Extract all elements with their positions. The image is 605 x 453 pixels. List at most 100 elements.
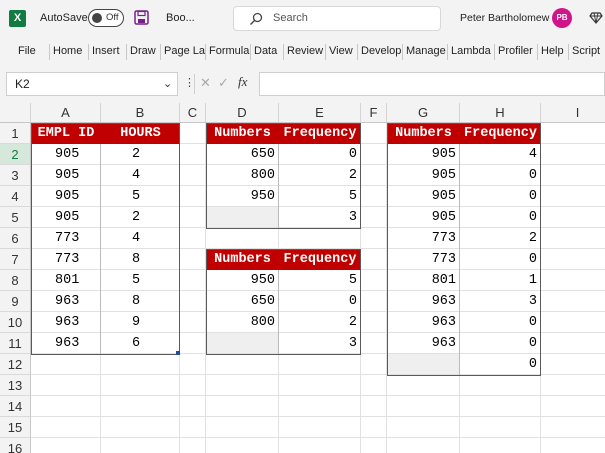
table-cell[interactable]: 950 xyxy=(206,186,279,207)
table-header-cell[interactable]: Frequency xyxy=(279,123,361,144)
table-cell[interactable] xyxy=(206,333,279,354)
column-header-D[interactable]: D xyxy=(206,103,279,123)
table-cell[interactable]: 5 xyxy=(101,270,180,291)
table-header-cell[interactable]: Frequency xyxy=(460,123,541,144)
table-cell[interactable]: 2 xyxy=(279,165,361,186)
tab-manage[interactable]: Manage xyxy=(406,45,446,57)
document-name[interactable]: Boo... xyxy=(166,12,195,24)
tab-draw[interactable]: Draw xyxy=(130,45,156,57)
table-cell[interactable]: 4 xyxy=(460,144,541,165)
table-cell[interactable]: 0 xyxy=(460,249,541,270)
table-cell[interactable]: 0 xyxy=(279,144,361,165)
table-cell[interactable]: 0 xyxy=(460,333,541,354)
table-cell[interactable]: 801 xyxy=(387,270,460,291)
diamond-icon[interactable] xyxy=(589,11,603,25)
table-cell[interactable]: 905 xyxy=(387,144,460,165)
table-cell[interactable]: 800 xyxy=(206,165,279,186)
table-resize-handle[interactable] xyxy=(176,351,180,355)
table-cell[interactable]: 4 xyxy=(101,228,180,249)
table-cell[interactable]: 773 xyxy=(31,228,101,249)
user-name[interactable]: Peter Bartholomew xyxy=(460,12,549,24)
row-header-3[interactable]: 3 xyxy=(0,165,31,186)
table-cell[interactable]: 8 xyxy=(101,249,180,270)
row-header-12[interactable]: 12 xyxy=(0,354,31,375)
tab-data[interactable]: Data xyxy=(254,45,277,57)
table-cell[interactable]: 0 xyxy=(460,165,541,186)
row-header-9[interactable]: 9 xyxy=(0,291,31,312)
table-cell[interactable]: 950 xyxy=(206,270,279,291)
table-header-cell[interactable]: Frequency xyxy=(279,249,361,270)
tab-formula[interactable]: Formula xyxy=(209,45,249,57)
table-cell[interactable]: 5 xyxy=(279,270,361,291)
row-header-11[interactable]: 11 xyxy=(0,333,31,354)
table-cell[interactable] xyxy=(387,354,460,375)
row-header-16[interactable]: 16 xyxy=(0,438,31,453)
autosave-toggle[interactable]: Off xyxy=(88,9,124,27)
worksheet-grid[interactable]: A B C D E F G H I 1 2 3 4 5 6 7 8 9 10 11 12 13 14 15 16 EMPL ID H… xyxy=(0,103,605,453)
table-cell[interactable] xyxy=(206,207,279,228)
table-header-cell[interactable]: EMPL ID xyxy=(31,123,101,144)
table-cell[interactable]: 650 xyxy=(206,144,279,165)
row-header-8[interactable]: 8 xyxy=(0,270,31,291)
table-cell[interactable]: 773 xyxy=(387,228,460,249)
table-header-cell[interactable]: Numbers xyxy=(387,123,460,144)
save-icon[interactable] xyxy=(134,10,149,25)
cancel-icon[interactable]: ✕ xyxy=(200,75,211,91)
tab-lambda[interactable]: Lambda xyxy=(451,45,491,57)
insert-function-icon[interactable]: fx xyxy=(238,74,247,90)
table-cell[interactable]: 9 xyxy=(101,312,180,333)
table-cell[interactable]: 905 xyxy=(31,165,101,186)
table-cell[interactable]: 773 xyxy=(387,249,460,270)
table-cell[interactable]: 905 xyxy=(31,186,101,207)
table-cell[interactable]: 773 xyxy=(31,249,101,270)
tab-script[interactable]: Script xyxy=(572,45,600,57)
column-header-I[interactable]: I xyxy=(541,103,605,123)
table-cell[interactable]: 650 xyxy=(206,291,279,312)
tab-insert[interactable]: Insert xyxy=(92,45,120,57)
column-header-F[interactable]: F xyxy=(361,103,387,123)
table-cell[interactable]: 905 xyxy=(387,165,460,186)
tab-review[interactable]: Review xyxy=(287,45,323,57)
table-cell[interactable]: 5 xyxy=(101,186,180,207)
table-cell[interactable]: 801 xyxy=(31,270,101,291)
table-cell[interactable]: 2 xyxy=(101,207,180,228)
table-cell[interactable]: 3 xyxy=(460,291,541,312)
tab-page-la[interactable]: Page La xyxy=(164,45,205,57)
tab-view[interactable]: View xyxy=(329,45,353,57)
column-header-B[interactable]: B xyxy=(101,103,180,123)
table-cell[interactable]: 0 xyxy=(460,312,541,333)
row-header-2[interactable]: 2 xyxy=(0,144,31,165)
table-cell[interactable]: 963 xyxy=(387,291,460,312)
table-header-cell[interactable]: Numbers xyxy=(206,123,279,144)
table-cell[interactable]: 1 xyxy=(460,270,541,291)
table-cell[interactable]: 4 xyxy=(101,165,180,186)
row-header-10[interactable]: 10 xyxy=(0,312,31,333)
table-cell[interactable]: 5 xyxy=(279,186,361,207)
table-cell[interactable]: 963 xyxy=(387,333,460,354)
row-header-7[interactable]: 7 xyxy=(0,249,31,270)
table-cell[interactable]: 963 xyxy=(31,333,101,354)
column-header-A[interactable]: A xyxy=(31,103,101,123)
table-cell[interactable]: 2 xyxy=(101,144,180,165)
name-box[interactable]: K2 ⌄ xyxy=(6,72,178,96)
tab-profiler[interactable]: Profiler xyxy=(498,45,533,57)
table-cell[interactable]: 905 xyxy=(31,207,101,228)
table-cell[interactable]: 3 xyxy=(279,207,361,228)
table-cell[interactable]: 963 xyxy=(31,291,101,312)
table-cell[interactable]: 2 xyxy=(279,312,361,333)
table-cell[interactable]: 800 xyxy=(206,312,279,333)
table-cell[interactable]: 2 xyxy=(460,228,541,249)
table-cell[interactable]: 963 xyxy=(31,312,101,333)
tab-help[interactable]: Help xyxy=(541,45,564,57)
table-cell[interactable]: 0 xyxy=(460,186,541,207)
table-header-cell[interactable]: HOURS xyxy=(101,123,180,144)
table-cell[interactable]: 905 xyxy=(31,144,101,165)
row-header-4[interactable]: 4 xyxy=(0,186,31,207)
column-header-G[interactable]: G xyxy=(387,103,460,123)
tab-file[interactable]: File xyxy=(18,45,36,57)
row-header-6[interactable]: 6 xyxy=(0,228,31,249)
select-all-corner[interactable] xyxy=(0,103,31,123)
column-header-H[interactable]: H xyxy=(460,103,541,123)
row-header-15[interactable]: 15 xyxy=(0,417,31,438)
enter-icon[interactable]: ✓ xyxy=(218,75,229,91)
